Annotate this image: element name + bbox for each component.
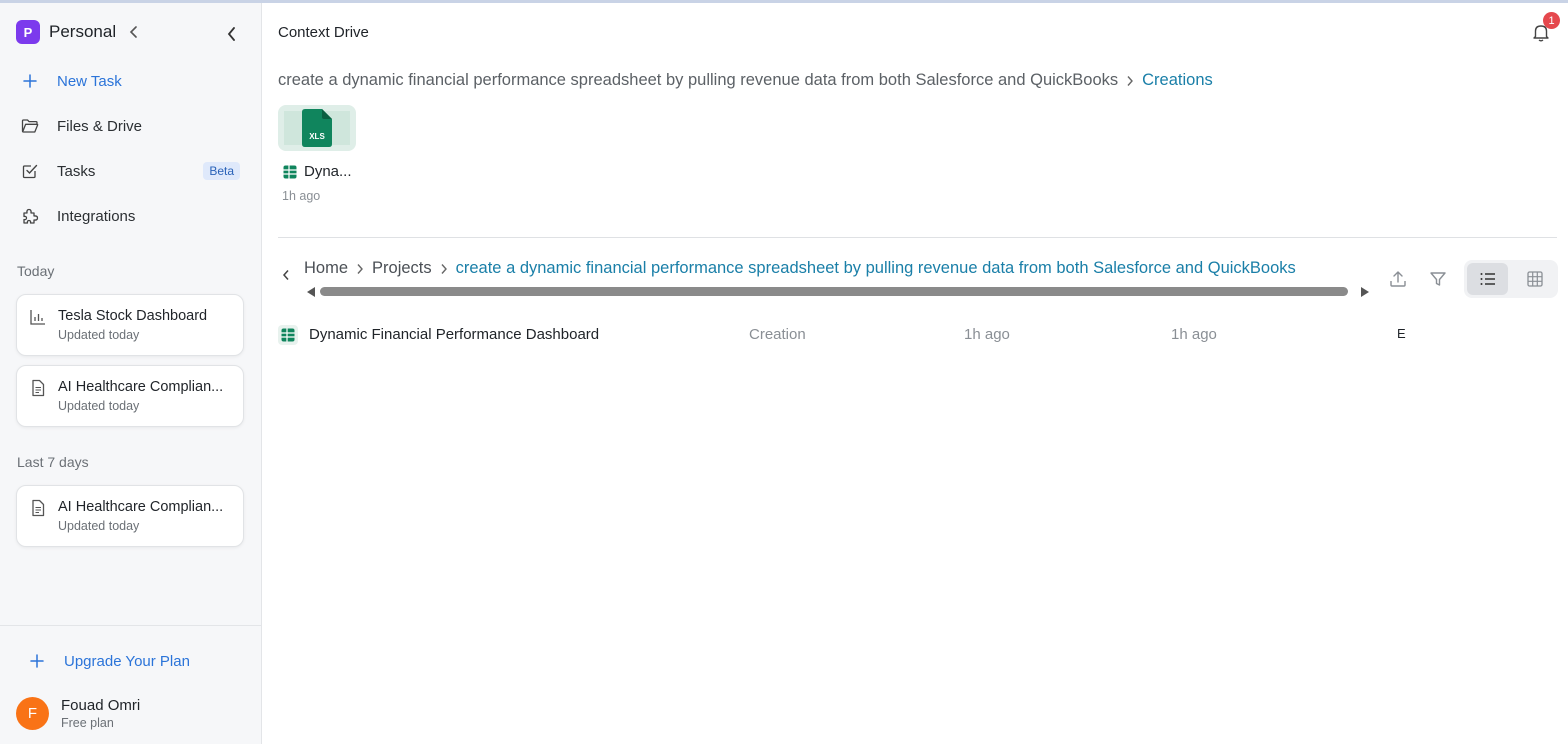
list-icon — [1480, 273, 1495, 285]
chevron-right-icon — [440, 263, 448, 275]
filter-icon — [1430, 272, 1446, 286]
horizontal-scrollbar[interactable] — [320, 287, 1348, 296]
spreadsheet-icon — [283, 165, 297, 179]
puzzle-icon — [18, 204, 42, 228]
sidebar-divider — [0, 625, 261, 626]
file-created: 1h ago — [964, 326, 1010, 343]
recent-item-ai-healthcare[interactable]: AI Healthcare Complian... Updated today — [16, 485, 244, 547]
sidebar-item-tasks[interactable]: Tasks Beta — [16, 153, 246, 189]
sidebar-item-label: Integrations — [57, 207, 136, 225]
breadcrumb-home[interactable]: Home — [304, 259, 348, 278]
recent-item-title: Tesla Stock Dashboard — [58, 308, 208, 324]
sidebar: P Personal New Task Files & Drive Tasks … — [0, 3, 262, 744]
chevron-left-icon — [282, 270, 289, 280]
scroll-right-arrow-icon[interactable] — [1360, 286, 1370, 298]
upload-button[interactable] — [1381, 264, 1415, 294]
file-name[interactable]: Dynamic Financial Performance Dashboard — [309, 326, 599, 343]
list-view-button[interactable] — [1467, 263, 1508, 295]
workspace-name: Personal — [49, 22, 117, 41]
recent-item-title: AI Healthcare Complian... — [58, 499, 224, 515]
folder-icon — [18, 114, 42, 138]
upgrade-plan-button[interactable]: Upgrade Your Plan — [30, 649, 190, 673]
recent-item-ai-healthcare[interactable]: AI Healthcare Complian... Updated today — [16, 365, 244, 427]
file-extra-column: E — [1397, 326, 1406, 341]
new-task-label: New Task — [57, 72, 122, 90]
avatar: F — [16, 697, 49, 730]
recent-item-subtitle: Updated today — [58, 399, 140, 413]
checkbox-icon — [18, 159, 42, 183]
page-title: Context Drive — [278, 24, 369, 41]
view-toggle — [1464, 260, 1558, 298]
workspace-badge: P — [16, 20, 40, 44]
recent-item-subtitle: Updated today — [58, 328, 140, 342]
notification-count-badge: 1 — [1543, 12, 1560, 29]
xls-label: XLS — [309, 132, 325, 141]
chevron-left-icon[interactable] — [126, 24, 142, 40]
sidebar-item-label: Tasks — [57, 162, 96, 180]
recent-item-subtitle: Updated today — [58, 519, 140, 533]
filter-button[interactable] — [1421, 264, 1455, 294]
sidebar-item-files-drive[interactable]: Files & Drive — [16, 108, 246, 144]
chevron-left-icon — [227, 27, 235, 41]
back-button[interactable] — [278, 267, 294, 283]
user-profile[interactable]: F Fouad Omri Free plan — [16, 697, 140, 730]
spreadsheet-icon — [278, 325, 298, 345]
section-divider — [278, 237, 1557, 238]
beta-badge: Beta — [203, 162, 240, 180]
chevron-right-icon — [1126, 75, 1134, 87]
workspace-switcher[interactable]: P Personal — [16, 19, 142, 45]
section-last-7-days: Last 7 days — [17, 454, 89, 470]
plus-icon — [18, 69, 42, 93]
document-icon — [32, 499, 45, 517]
new-task-button[interactable]: New Task — [16, 63, 246, 99]
upgrade-label: Upgrade Your Plan — [64, 652, 190, 670]
user-name: Fouad Omri — [61, 697, 141, 714]
scroll-left-arrow-icon[interactable] — [306, 286, 316, 298]
user-plan: Free plan — [61, 716, 114, 730]
breadcrumb-creations[interactable]: Creations — [1142, 71, 1213, 90]
chevron-right-icon — [356, 263, 364, 275]
section-today: Today — [17, 263, 55, 279]
breadcrumb: create a dynamic financial performance s… — [278, 71, 1213, 90]
document-icon — [32, 379, 45, 397]
plus-icon — [30, 654, 44, 668]
folder-breadcrumb: Home Projects create a dynamic financial… — [304, 259, 1296, 278]
breadcrumb-current-folder[interactable]: create a dynamic financial performance s… — [456, 259, 1296, 278]
collapse-sidebar-button[interactable] — [222, 24, 242, 44]
sidebar-item-integrations[interactable]: Integrations — [16, 198, 246, 234]
grid-icon — [1526, 271, 1543, 287]
file-thumbnail[interactable]: XLS — [278, 105, 356, 151]
file-type: Creation — [749, 326, 806, 343]
xls-file-icon: XLS — [302, 109, 332, 147]
table-row[interactable]: Dynamic Financial Performance Dashboard … — [278, 321, 1557, 349]
upload-icon — [1390, 271, 1406, 287]
recent-item-tesla-stock-dashboard[interactable]: Tesla Stock Dashboard Updated today — [16, 294, 244, 356]
thumbnail-timestamp: 1h ago — [282, 189, 321, 203]
thumbnail-file-name[interactable]: Dyna... — [304, 163, 352, 180]
breadcrumb-projects[interactable]: Projects — [372, 259, 432, 278]
bar-chart-icon — [30, 310, 45, 325]
file-modified: 1h ago — [1171, 326, 1217, 343]
sidebar-item-label: Files & Drive — [57, 117, 143, 135]
breadcrumb-project[interactable]: create a dynamic financial performance s… — [278, 71, 1118, 90]
main-content: Context Drive 1 create a dynamic financi… — [262, 3, 1568, 744]
grid-view-button[interactable] — [1514, 263, 1555, 295]
recent-item-title: AI Healthcare Complian... — [58, 379, 224, 395]
